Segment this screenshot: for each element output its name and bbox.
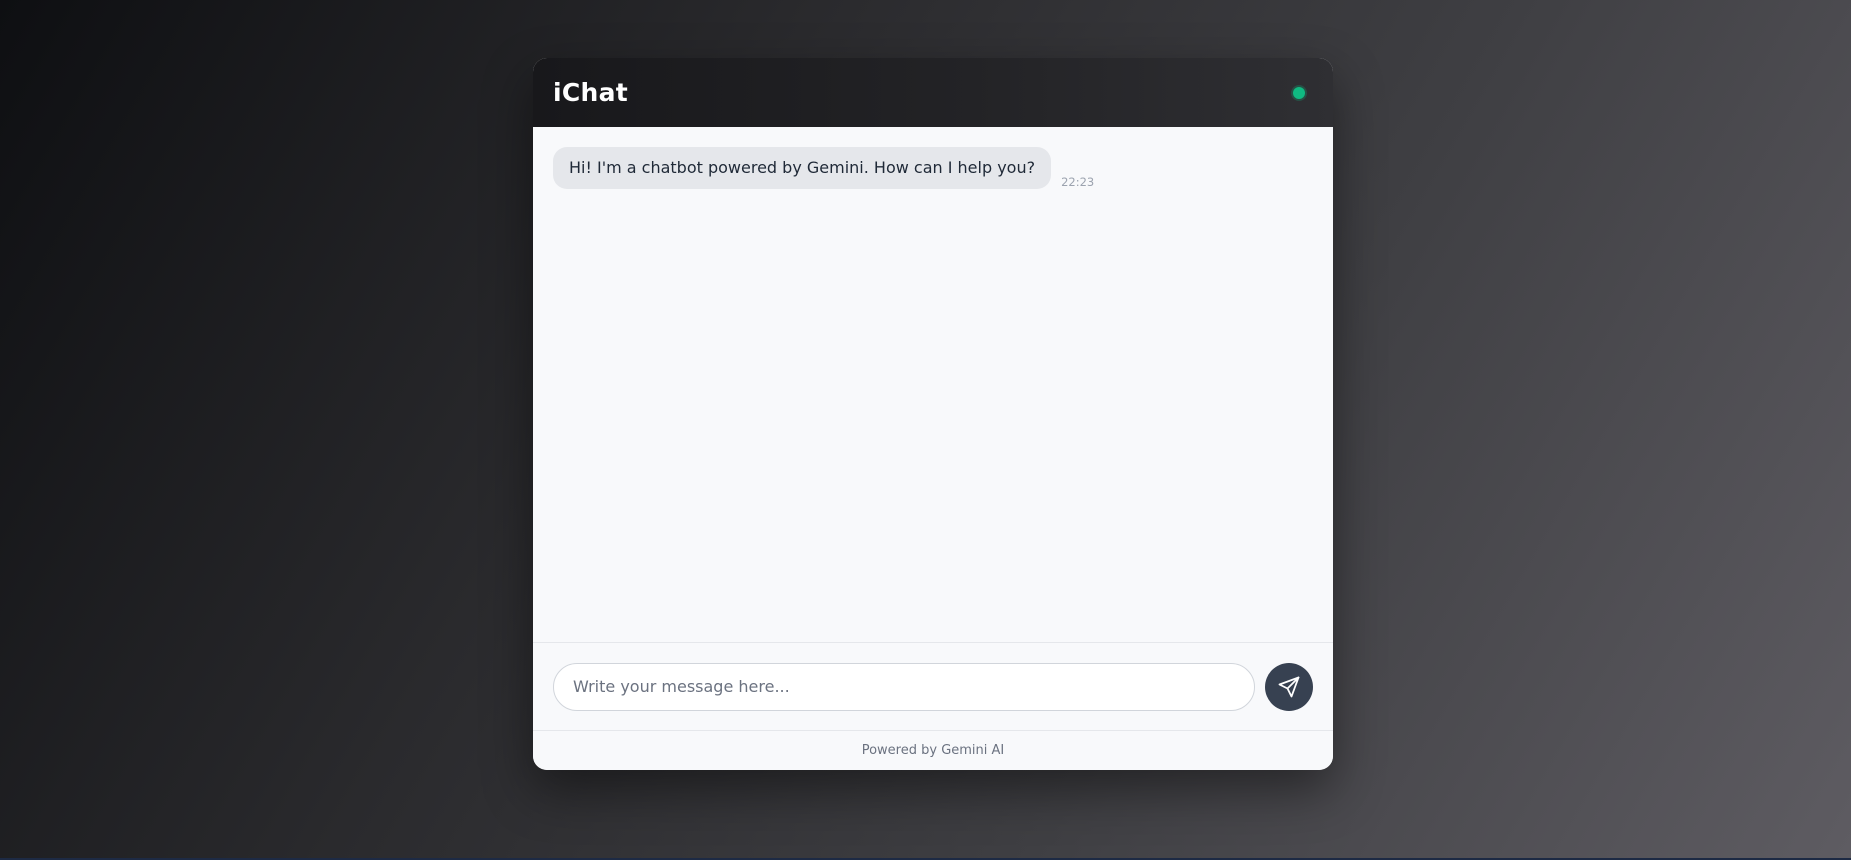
powered-by-footer: Powered by Gemini AI [533, 730, 1333, 770]
bot-message-bubble: Hi! I'm a chatbot powered by Gemini. How… [553, 147, 1052, 189]
online-status-indicator [1293, 86, 1305, 99]
message-list[interactable]: Hi! I'm a chatbot powered by Gemini. How… [533, 127, 1333, 642]
chat-header: iChat [533, 58, 1333, 127]
send-button[interactable] [1265, 662, 1313, 711]
message-row: Hi! I'm a chatbot powered by Gemini. How… [553, 147, 1313, 189]
message-timestamp: 22:23 [1061, 175, 1095, 189]
chat-window: iChat Hi! I'm a chatbot powered by Gemin… [533, 58, 1333, 770]
app-title: iChat [553, 78, 629, 107]
send-icon [1277, 675, 1301, 699]
message-input[interactable] [553, 662, 1255, 711]
composer [533, 642, 1333, 730]
